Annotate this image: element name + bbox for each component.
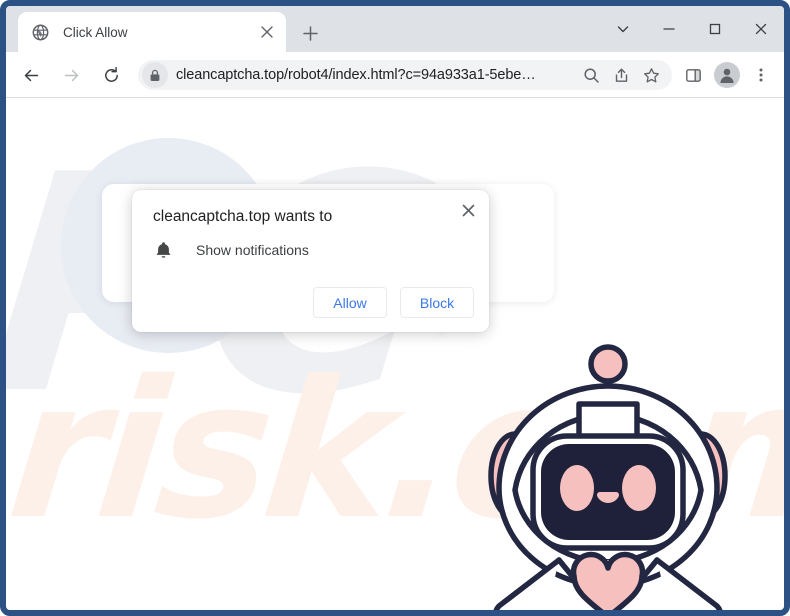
url-text: cleancaptcha.top/robot4/index.html?c=94a… bbox=[176, 67, 536, 83]
browser-toolbar: cleancaptcha.top/robot4/index.html?c=94a… bbox=[6, 52, 784, 98]
share-icon[interactable] bbox=[606, 60, 636, 90]
profile-avatar[interactable] bbox=[712, 60, 742, 90]
search-icon[interactable] bbox=[578, 62, 604, 88]
bell-icon bbox=[153, 240, 173, 260]
window-controls bbox=[600, 6, 784, 52]
reload-icon[interactable] bbox=[96, 60, 126, 90]
block-button[interactable]: Block bbox=[400, 287, 474, 318]
dialog-button-group: Allow Block bbox=[313, 287, 474, 318]
browser-tab-click-allow[interactable]: Click Allow bbox=[18, 12, 286, 52]
dialog-title: cleancaptcha.top wants to bbox=[153, 208, 333, 225]
profile-avatar-icon bbox=[714, 62, 740, 88]
forward-arrow-icon[interactable] bbox=[56, 60, 86, 90]
close-window-icon[interactable] bbox=[738, 6, 784, 52]
tab-close-icon[interactable] bbox=[256, 21, 278, 43]
globe-icon bbox=[32, 24, 49, 41]
allow-button[interactable]: Allow bbox=[313, 287, 387, 318]
tab-title: Click Allow bbox=[63, 24, 128, 40]
tab-search-chevron-down-icon[interactable] bbox=[600, 6, 646, 52]
notification-permission-dialog: cleancaptcha.top wants to Show notificat… bbox=[132, 190, 489, 332]
three-dot-menu-icon[interactable] bbox=[746, 60, 776, 90]
page-viewport: PC risk.com YOU ARE NOT A ROBOT! bbox=[6, 98, 784, 610]
dialog-permission-row: Show notifications bbox=[153, 240, 309, 260]
side-panel-icon[interactable] bbox=[678, 60, 708, 90]
permission-label: Show notifications bbox=[196, 242, 309, 258]
new-tab-button[interactable] bbox=[296, 19, 324, 47]
tab-strip: Click Allow bbox=[6, 6, 784, 52]
back-arrow-icon[interactable] bbox=[16, 60, 46, 90]
browser-window: Click Allow cleancaptcha.top/robot4/inde… bbox=[0, 0, 790, 616]
robot-mascot-illustration bbox=[471, 328, 746, 610]
dialog-close-icon[interactable] bbox=[455, 197, 481, 223]
minimize-icon[interactable] bbox=[646, 6, 692, 52]
address-bar[interactable]: cleancaptcha.top/robot4/index.html?c=94a… bbox=[138, 60, 672, 90]
star-icon[interactable] bbox=[636, 60, 666, 90]
maximize-icon[interactable] bbox=[692, 6, 738, 52]
lock-icon[interactable] bbox=[142, 62, 168, 88]
